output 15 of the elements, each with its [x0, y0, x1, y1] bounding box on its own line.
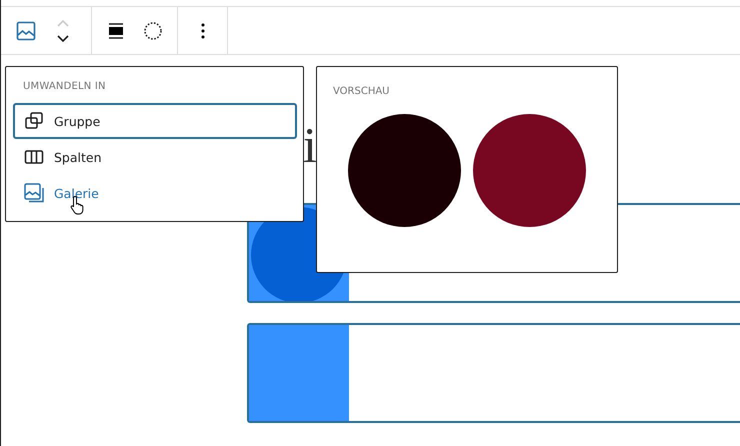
gallery-icon [24, 183, 44, 203]
image-block[interactable] [247, 323, 740, 423]
dotted-circle-icon [142, 20, 163, 40]
heading-text: i [303, 117, 317, 173]
preview-heading: VORSCHAU [333, 86, 390, 99]
menu-item[interactable]: Spalten [13, 139, 297, 175]
menu-item[interactable]: Galerie [13, 175, 297, 211]
menu-heading: UMWANDELN IN [23, 81, 107, 94]
image-icon [16, 20, 36, 40]
chevron-up-icon [56, 18, 70, 28]
group-icon [24, 111, 44, 131]
chevron-down-icon [56, 34, 70, 44]
align-icon [107, 22, 126, 40]
menu-item[interactable]: Gruppe [13, 103, 297, 139]
more-vertical-icon [200, 22, 204, 40]
